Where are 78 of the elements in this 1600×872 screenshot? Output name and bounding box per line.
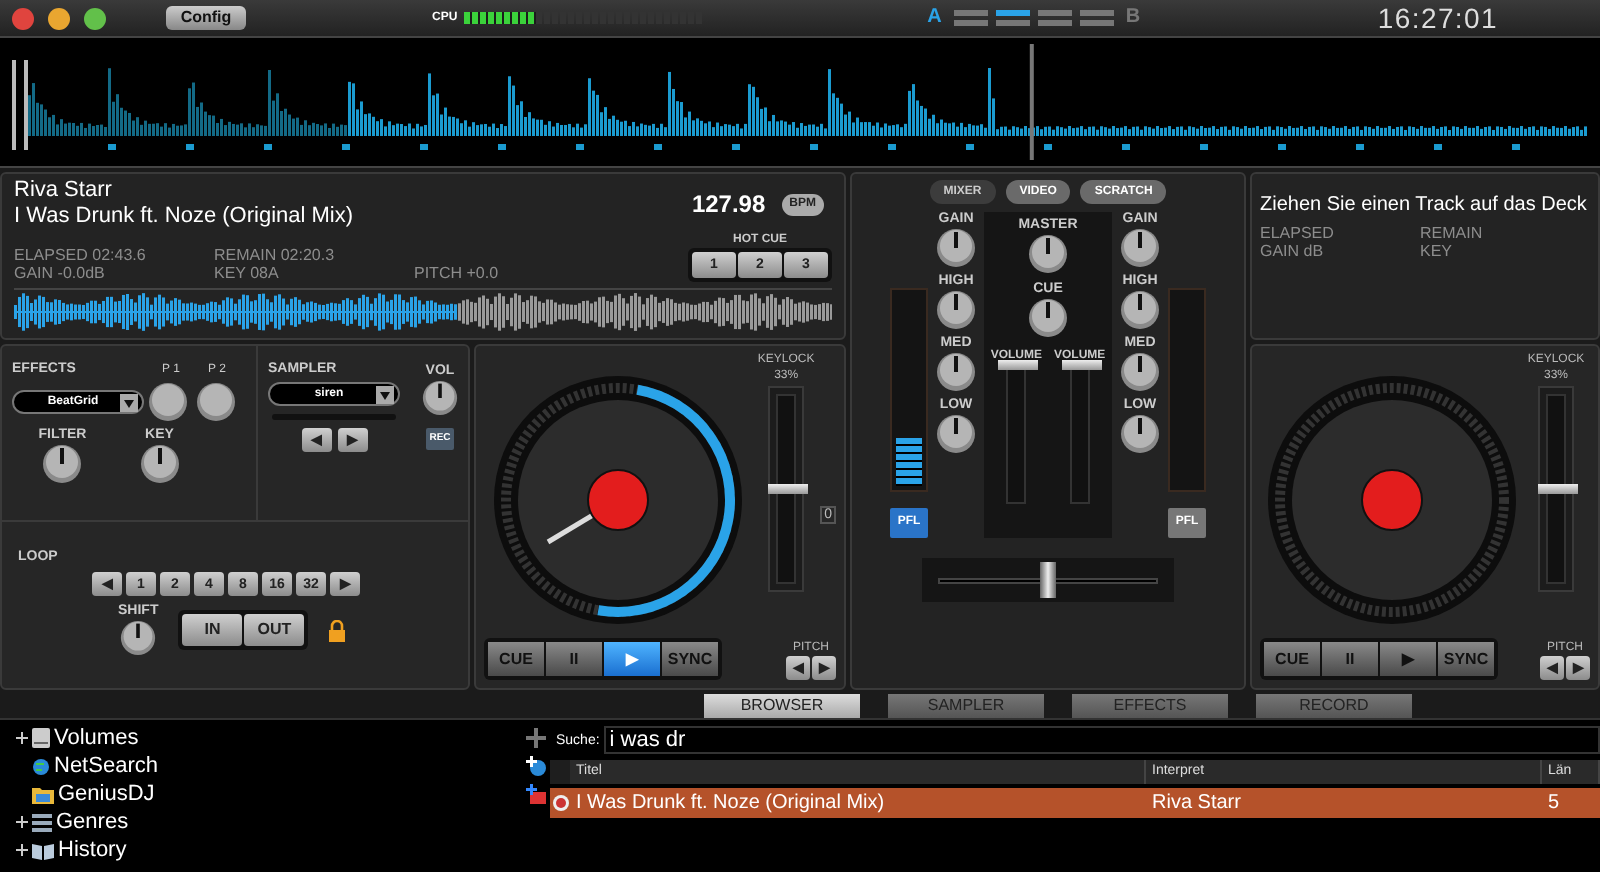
- track-row[interactable]: I Was Drunk ft. Noze (Original Mix) Riva Starr 5: [550, 788, 1600, 818]
- artist-name: Riva Starr: [14, 178, 114, 204]
- sidebar-item[interactable]: Genres: [16, 808, 526, 836]
- record-label: [1360, 469, 1422, 531]
- slider-thumb[interactable]: [998, 360, 1039, 370]
- sidebar-item[interactable]: Volumes: [16, 724, 526, 752]
- stack-icon: [32, 813, 52, 831]
- knob[interactable]: [422, 380, 458, 416]
- table-cell-text: Riva Starr: [1150, 793, 1243, 813]
- config-button[interactable]: Config: [166, 6, 246, 30]
- knob[interactable]: [1028, 234, 1068, 274]
- jog-wheel[interactable]: [1265, 374, 1517, 626]
- sidebar-item[interactable]: NetSearch: [16, 752, 526, 780]
- slider-thumb[interactable]: [1061, 360, 1102, 370]
- sidebar-item[interactable]: History: [16, 836, 526, 864]
- expand-icon[interactable]: [16, 816, 28, 828]
- track-title: I Was Drunk ft. Noze (Original Mix): [14, 204, 354, 230]
- drive-icon: [32, 728, 50, 748]
- key-readout: KEY 08A: [214, 264, 281, 282]
- knob[interactable]: [1120, 414, 1160, 454]
- knob[interactable]: [1028, 298, 1068, 338]
- folder-icon: [32, 785, 54, 803]
- table-cell-text: I Was Drunk ft. Noze (Original Mix): [574, 793, 887, 813]
- remain-time: REMAIN: [1420, 224, 1485, 242]
- knob[interactable]: [936, 352, 976, 392]
- knob[interactable]: [1120, 352, 1160, 392]
- layout-button[interactable]: [953, 10, 988, 26]
- lock-icon[interactable]: [328, 619, 347, 641]
- layout-button[interactable]: [1037, 10, 1072, 26]
- knob[interactable]: [42, 444, 83, 484]
- book-icon: [32, 841, 54, 859]
- knob[interactable]: [139, 444, 180, 484]
- layout-button[interactable]: [1079, 10, 1114, 26]
- knob[interactable]: [1120, 228, 1160, 268]
- gain-readout: GAIN -0.0dB: [14, 264, 107, 282]
- crossfader-thumb[interactable]: [1040, 562, 1056, 598]
- knob[interactable]: [148, 382, 188, 422]
- empty-deck-message: Ziehen Sie einen Track auf das Deck: [1260, 194, 1589, 216]
- elapsed-time: ELAPSED: [1260, 224, 1336, 242]
- expand-icon[interactable]: [16, 844, 28, 856]
- pitch-readout: PITCH +0.0: [414, 264, 499, 282]
- side-b-label: B: [1125, 8, 1141, 28]
- knob[interactable]: [120, 620, 157, 656]
- close-button[interactable]: [12, 7, 34, 29]
- sidebar-item[interactable]: GeniusDJ: [16, 780, 526, 808]
- knob[interactable]: [1120, 290, 1160, 330]
- caret-icon: [376, 385, 394, 403]
- elapsed-time: ELAPSED 02:43.6: [14, 246, 148, 264]
- add-folder-icon[interactable]: [526, 728, 546, 748]
- caret-icon: [120, 393, 138, 411]
- key-readout: KEY: [1420, 242, 1455, 260]
- status-icon: [552, 794, 570, 812]
- add-globe-icon[interactable]: [526, 756, 546, 776]
- knob[interactable]: [936, 414, 976, 454]
- search-field[interactable]: i was dr: [603, 726, 1600, 754]
- clock: 16:27:01: [1377, 4, 1498, 32]
- remain-time: REMAIN 02:20.3: [214, 246, 337, 264]
- table-cell-text: 5: [1546, 793, 1562, 813]
- knob[interactable]: [936, 290, 976, 330]
- track-waveform[interactable]: [14, 292, 832, 332]
- waveform-overview[interactable]: [0, 36, 1600, 168]
- record-label: [587, 469, 650, 531]
- expand-icon[interactable]: [16, 732, 28, 744]
- layout-button[interactable]: [995, 10, 1030, 26]
- add-playlist-icon[interactable]: [526, 784, 546, 804]
- minimize-button[interactable]: [48, 7, 70, 29]
- browser-tab[interactable]: BROWSER: [704, 694, 860, 718]
- knob[interactable]: [936, 228, 976, 268]
- bpm-value: 127.98: [691, 188, 766, 222]
- globe-icon: [32, 757, 50, 775]
- knob[interactable]: [196, 382, 236, 422]
- slider-thumb[interactable]: [768, 484, 809, 494]
- slider-thumb[interactable]: [1538, 484, 1578, 494]
- loop-out-button[interactable]: OUT: [244, 614, 305, 646]
- gain-readout: GAIN dB: [1260, 242, 1326, 260]
- side-a-label: A: [927, 8, 942, 28]
- loop-in-button[interactable]: IN: [182, 614, 243, 646]
- zoom-button[interactable]: [84, 7, 106, 29]
